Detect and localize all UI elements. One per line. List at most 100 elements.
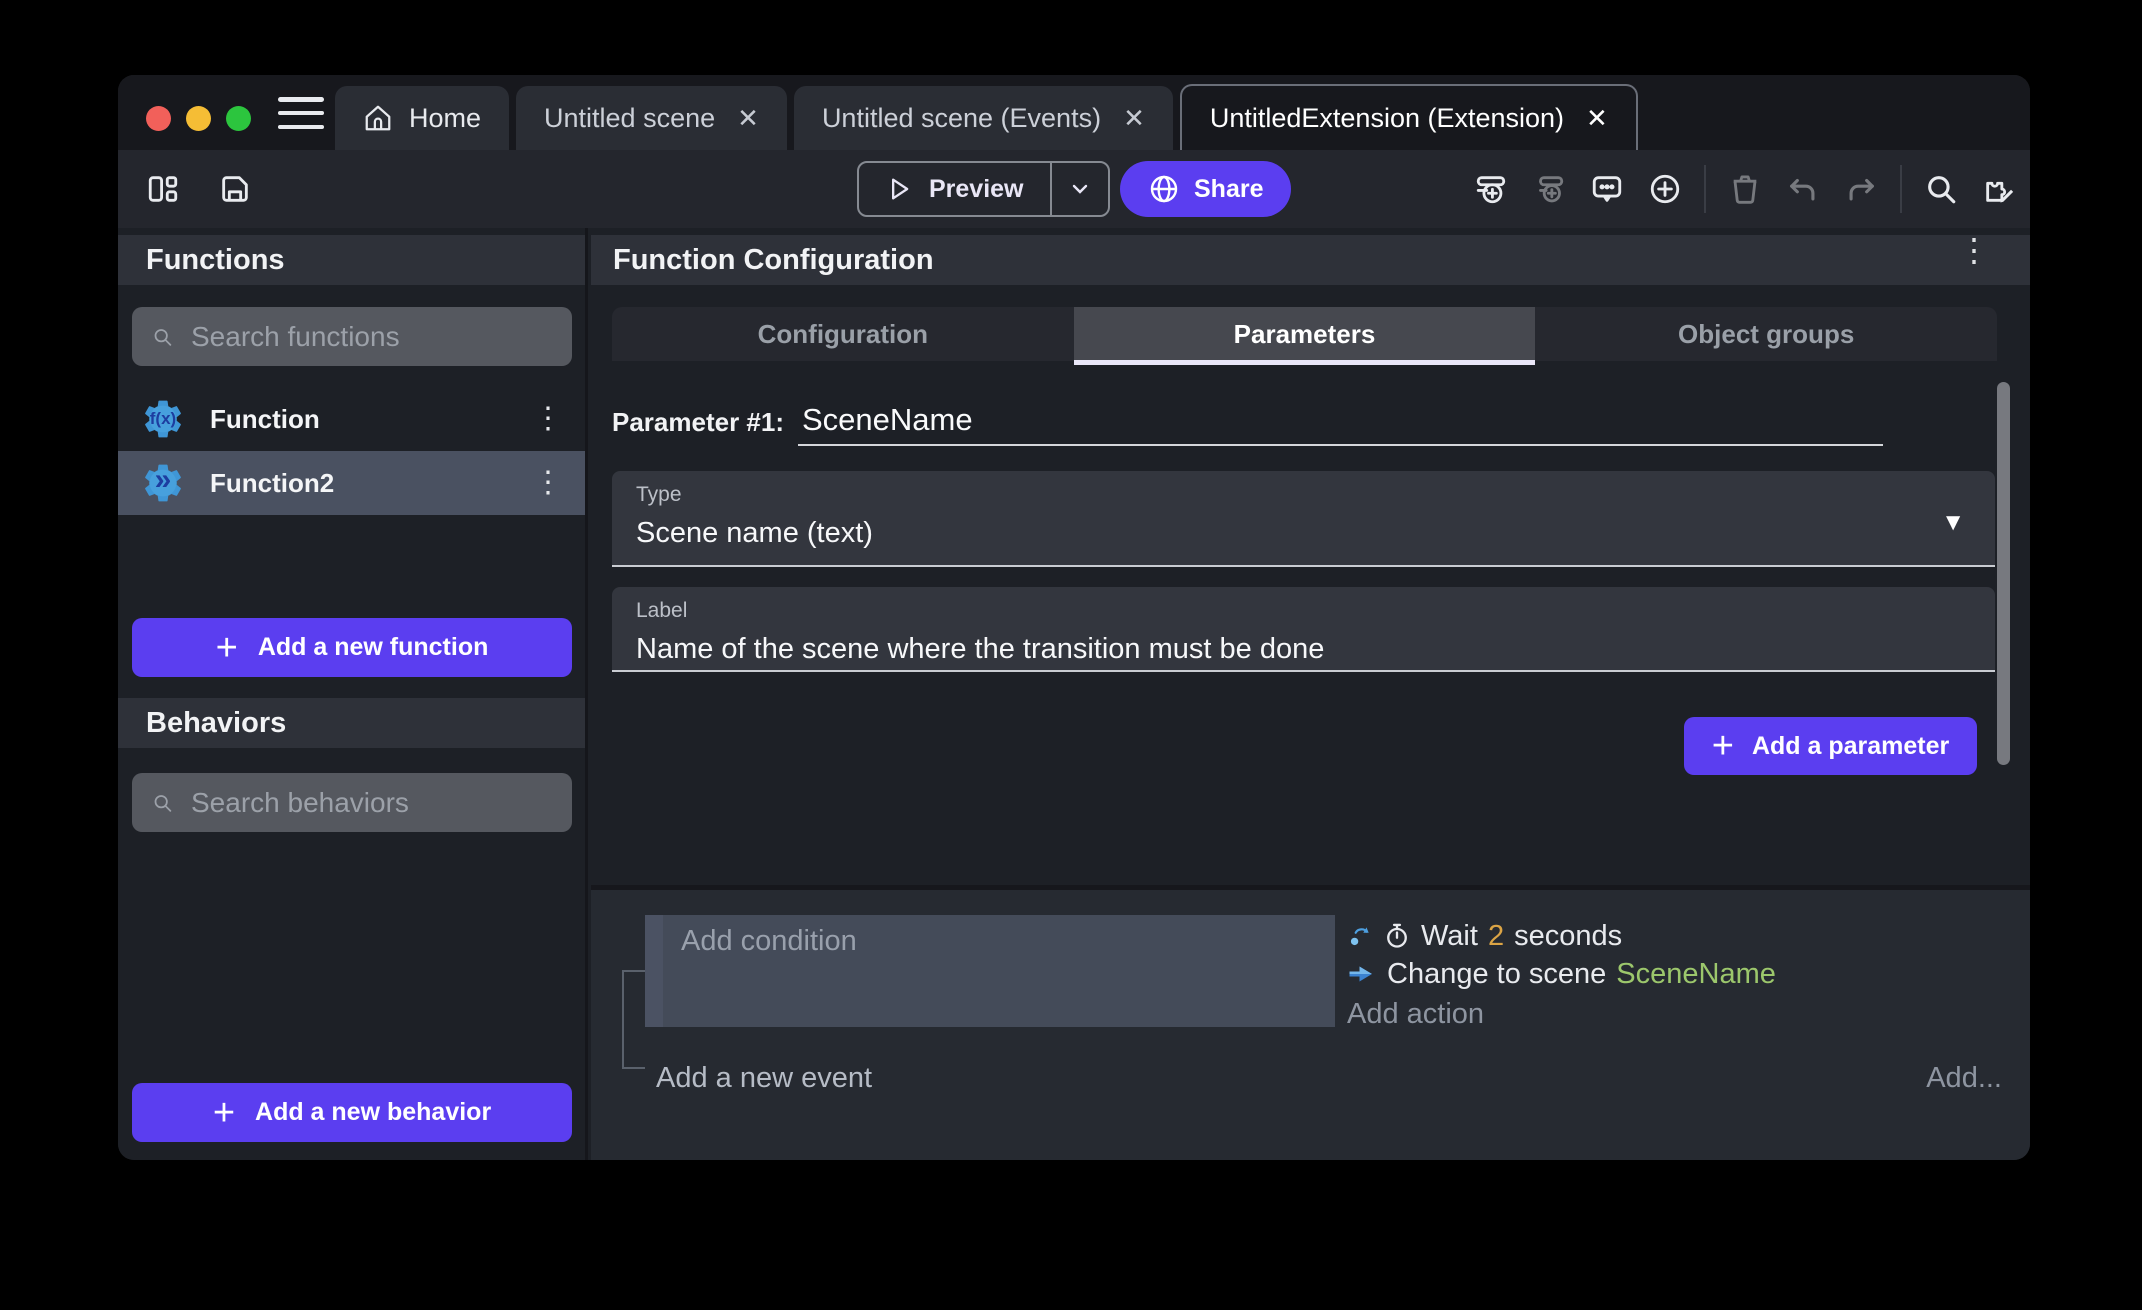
share-button[interactable]: Share: [1120, 161, 1291, 217]
chevron-down-icon: [1068, 177, 1092, 201]
tab-parameters[interactable]: Parameters: [1074, 307, 1536, 361]
behaviors-panel-header: Behaviors: [118, 698, 585, 748]
function-name: Function: [210, 404, 509, 435]
titlebar: Home Untitled scene ✕ Untitled scene (Ev…: [118, 75, 2030, 150]
sidebar: Functions f(x) Function ⋮ » Function2 ⋮ …: [118, 228, 588, 1160]
window-close-button[interactable]: [146, 106, 171, 131]
toolbar: Preview Share: [118, 150, 2030, 228]
function-icon: »: [140, 460, 186, 506]
behaviors-title: Behaviors: [146, 707, 286, 740]
function-list-item[interactable]: f(x) Function ⋮: [118, 387, 585, 451]
async-icon: [1347, 923, 1373, 949]
menu-icon[interactable]: [278, 97, 324, 129]
event-block: Add condition Wait 2 seconds: [645, 915, 2005, 1027]
search-behaviors-box[interactable]: [132, 773, 572, 832]
share-label: Share: [1194, 175, 1263, 204]
tab-close-icon[interactable]: ✕: [1580, 103, 1608, 134]
add-parameter-label: Add a parameter: [1752, 732, 1949, 761]
add-more-button[interactable]: Add...: [1926, 1062, 2002, 1095]
event-handle[interactable]: [645, 915, 663, 1027]
toolbar-separator: [1704, 165, 1706, 213]
functions-title: Functions: [146, 244, 285, 277]
window-minimize-button[interactable]: [186, 106, 211, 131]
tab-object-groups[interactable]: Object groups: [1535, 307, 1997, 361]
undo-icon[interactable]: [1784, 170, 1822, 208]
delete-icon[interactable]: [1726, 170, 1764, 208]
label-field-value: Name of the scene where the transition m…: [636, 633, 1971, 666]
function-list-item-selected[interactable]: » Function2 ⋮: [118, 451, 585, 515]
functions-panel-header: Functions: [118, 235, 585, 285]
add-condition-label: Add condition: [681, 925, 857, 957]
events-sheet: Add condition Wait 2 seconds: [591, 885, 2030, 1160]
add-comment-icon[interactable]: [1588, 170, 1626, 208]
tab-home-label: Home: [409, 103, 481, 134]
parameter-name-input[interactable]: [798, 402, 1883, 446]
timer-icon: [1383, 922, 1411, 950]
add-event-icon[interactable]: [1472, 170, 1510, 208]
tab-untitled-extension-label: UntitledExtension (Extension): [1210, 103, 1564, 134]
play-icon: [885, 175, 913, 203]
add-circle-icon[interactable]: [1646, 170, 1684, 208]
preview-dropdown-button[interactable]: [1050, 163, 1108, 215]
change-scene-prefix: Change to scene: [1387, 958, 1606, 991]
window-zoom-button[interactable]: [226, 106, 251, 131]
add-new-event-button[interactable]: Add a new event: [656, 1062, 872, 1095]
preview-button-group: Preview: [857, 161, 1110, 217]
change-scene-icon: [1347, 959, 1377, 989]
configuration-tabs: Configuration Parameters Object groups: [612, 307, 1997, 361]
label-text-field[interactable]: Label Name of the scene where the transi…: [612, 587, 1995, 672]
redo-icon[interactable]: [1842, 170, 1880, 208]
search-behaviors-input[interactable]: [191, 787, 552, 819]
add-parameter-button[interactable]: + Add a parameter: [1684, 717, 1977, 775]
search-icon: [152, 323, 173, 351]
search-functions-box[interactable]: [132, 307, 572, 366]
tab-close-icon[interactable]: ✕: [731, 103, 759, 134]
wait-suffix: seconds: [1514, 920, 1622, 953]
add-behavior-label: Add a new behavior: [255, 1098, 491, 1127]
tab-untitled-scene-label: Untitled scene: [544, 103, 715, 134]
dropdown-caret-icon[interactable]: ▼: [1941, 509, 1965, 537]
parameter-row: Parameter #1:: [612, 394, 1997, 446]
add-action-label[interactable]: Add action: [1347, 995, 2005, 1033]
save-icon[interactable]: [216, 170, 254, 208]
tab-untitled-scene-events[interactable]: Untitled scene (Events) ✕: [794, 86, 1173, 150]
parameter-options-icon[interactable]: ⋮: [1958, 234, 1990, 266]
search-icon[interactable]: [1922, 170, 1960, 208]
function-configuration-header: Function Configuration: [591, 235, 2030, 285]
tab-untitled-scene[interactable]: Untitled scene ✕: [516, 86, 787, 150]
wait-prefix: Wait: [1421, 920, 1478, 953]
panels-layout-icon[interactable]: [144, 170, 182, 208]
add-subevent-icon[interactable]: [1530, 170, 1568, 208]
tab-home[interactable]: Home: [335, 86, 509, 150]
type-select-field[interactable]: Type Scene name (text) ▼: [612, 471, 1995, 567]
search-functions-input[interactable]: [191, 321, 552, 353]
tab-bar: Home Untitled scene ✕ Untitled scene (Ev…: [335, 86, 1638, 150]
add-behavior-button[interactable]: + Add a new behavior: [132, 1083, 572, 1142]
type-field-value: Scene name (text): [636, 517, 1971, 550]
tab-configuration[interactable]: Configuration: [612, 307, 1074, 361]
event-bracket: [622, 970, 645, 1069]
toolbar-separator: [1900, 165, 1902, 213]
preview-button[interactable]: Preview: [859, 163, 1050, 215]
conditions-area[interactable]: Add condition: [663, 915, 1335, 1027]
function-name: Function2: [210, 468, 509, 499]
tab-close-icon[interactable]: ✕: [1117, 103, 1145, 134]
type-field-label: Type: [636, 483, 1971, 507]
function-options-icon[interactable]: ⋮: [533, 404, 563, 434]
change-scene-value: SceneName: [1616, 958, 1776, 991]
parameter-prefix-label: Parameter #1:: [612, 407, 784, 446]
label-field-label: Label: [636, 599, 1971, 623]
tab-untitled-extension[interactable]: UntitledExtension (Extension) ✕: [1180, 84, 1638, 150]
add-function-button[interactable]: + Add a new function: [132, 618, 572, 677]
app-window: Home Untitled scene ✕ Untitled scene (Ev…: [118, 75, 2030, 1160]
search-icon: [152, 789, 173, 817]
vertical-scrollbar[interactable]: [1997, 382, 2010, 765]
wait-value: 2: [1488, 920, 1504, 953]
action-wait[interactable]: Wait 2 seconds: [1347, 917, 2005, 955]
edit-extension-icon[interactable]: [1980, 170, 2018, 208]
actions-area: Wait 2 seconds Change to scene SceneName…: [1335, 915, 2005, 1027]
home-icon: [363, 103, 393, 133]
function-icon: f(x): [140, 396, 186, 442]
function-options-icon[interactable]: ⋮: [533, 468, 563, 498]
action-change-scene[interactable]: Change to scene SceneName: [1347, 955, 2005, 993]
